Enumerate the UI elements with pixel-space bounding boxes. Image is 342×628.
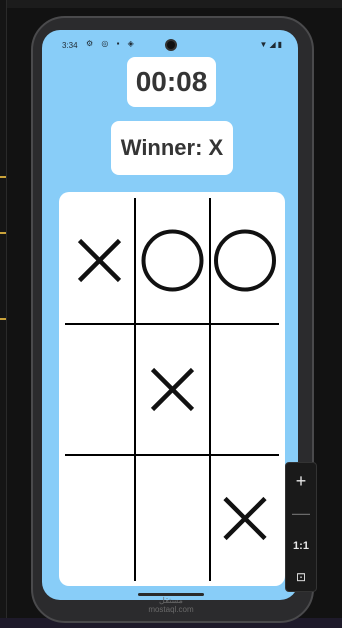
plus-icon: + — [295, 470, 307, 491]
timer-text: 00:08 — [135, 66, 208, 97]
notification-icons: ⚙ ◎ ▪ ◈ — [86, 39, 137, 48]
zoom-in-button[interactable]: + — [286, 467, 316, 495]
gutter-marker — [0, 232, 6, 234]
board-cell-1-2[interactable] — [211, 325, 279, 454]
zoom-out-button[interactable]: — — [286, 499, 316, 527]
watermark: مستقل mostaql.com — [148, 596, 194, 614]
wifi-icon: ▼ — [259, 40, 270, 49]
status-bar: 3:34 ⚙ ◎ ▪ ◈ ▼◢▮ — [42, 30, 298, 58]
zoom-panel: + — 1:1 ⊡ — [285, 462, 317, 592]
board-cell-0-2[interactable] — [211, 198, 279, 323]
ide-gutter — [0, 0, 7, 628]
o-mark-icon — [141, 229, 204, 292]
fit-screen-icon: ⊡ — [295, 570, 307, 584]
timer-card: 00:08 — [127, 57, 216, 107]
board-cell-0-1[interactable] — [136, 198, 209, 323]
zoom-fit-button[interactable]: ⊡ — [286, 563, 316, 591]
signal-icon: ◢ — [269, 40, 278, 49]
x-mark-icon — [150, 367, 195, 412]
battery-icon: ▮ — [277, 40, 284, 49]
winner-card: Winner: X — [111, 121, 233, 175]
phone-screen: 3:34 ⚙ ◎ ▪ ◈ ▼◢▮ 00:08 Winner: X — [42, 30, 298, 600]
board-cell-2-0[interactable] — [65, 456, 134, 581]
system-icons: ▼◢▮ — [260, 40, 284, 49]
gutter-marker — [0, 318, 6, 320]
x-mark-icon — [223, 496, 267, 541]
game-board — [59, 192, 285, 586]
winner-text: Winner: X — [120, 135, 224, 160]
ide-toolbar-strip — [0, 0, 342, 8]
board-cell-1-0[interactable] — [65, 325, 134, 454]
watermark-text: مستقل mostaql.com — [148, 596, 194, 614]
x-mark-icon — [77, 238, 122, 283]
zoom-ratio-label: 1:1 — [293, 540, 309, 552]
camera-icon — [165, 39, 177, 51]
minus-icon: — — [292, 502, 310, 523]
zoom-actual-size-button[interactable]: 1:1 — [286, 535, 316, 557]
board-cell-0-0[interactable] — [65, 198, 134, 323]
o-mark-icon — [214, 229, 276, 292]
board-cell-2-1[interactable] — [136, 456, 209, 581]
emulator-window: 3:34 ⚙ ◎ ▪ ◈ ▼◢▮ 00:08 Winner: X مستقل m… — [0, 0, 342, 628]
status-time: 3:34 — [62, 41, 78, 50]
board-cell-1-1[interactable] — [136, 325, 209, 454]
gutter-marker — [0, 176, 6, 178]
board-cell-2-2[interactable] — [211, 456, 279, 581]
